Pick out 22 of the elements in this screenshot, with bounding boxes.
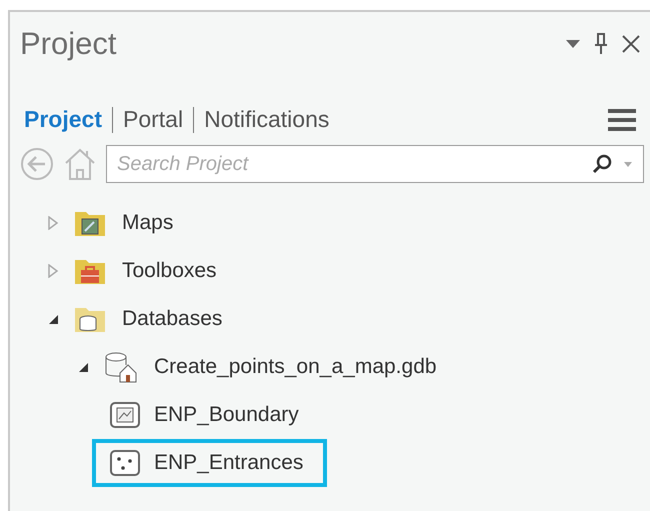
menu-icon[interactable] (608, 108, 636, 132)
search-icon[interactable] (592, 154, 612, 174)
folder-database-icon (74, 305, 106, 333)
database-house-icon (104, 351, 138, 383)
point-layer-icon (110, 450, 140, 476)
tab[interactable]: Project (24, 106, 112, 133)
tree-item[interactable]: Create_points_on_a_map.gdb (154, 355, 437, 379)
tree-item[interactable]: Toolboxes (122, 259, 217, 283)
folder-toolbox-icon (74, 257, 106, 285)
polygon-layer-icon (110, 402, 140, 428)
tree-item[interactable]: Databases (122, 307, 222, 331)
search-field[interactable]: Search Project (106, 145, 644, 183)
folder-map-icon (74, 209, 106, 237)
dropdown-icon[interactable] (566, 40, 580, 48)
pin-icon[interactable] (594, 33, 608, 55)
close-icon[interactable] (622, 35, 640, 53)
tab[interactable]: Portal (112, 106, 194, 133)
tree-item[interactable]: Maps (122, 211, 174, 235)
pane-title: Project (20, 26, 116, 62)
layer-item[interactable]: ENP_Boundary (92, 391, 323, 439)
layer-item[interactable]: ENP_Entrances (92, 439, 328, 487)
tab[interactable]: Notifications (194, 106, 340, 133)
